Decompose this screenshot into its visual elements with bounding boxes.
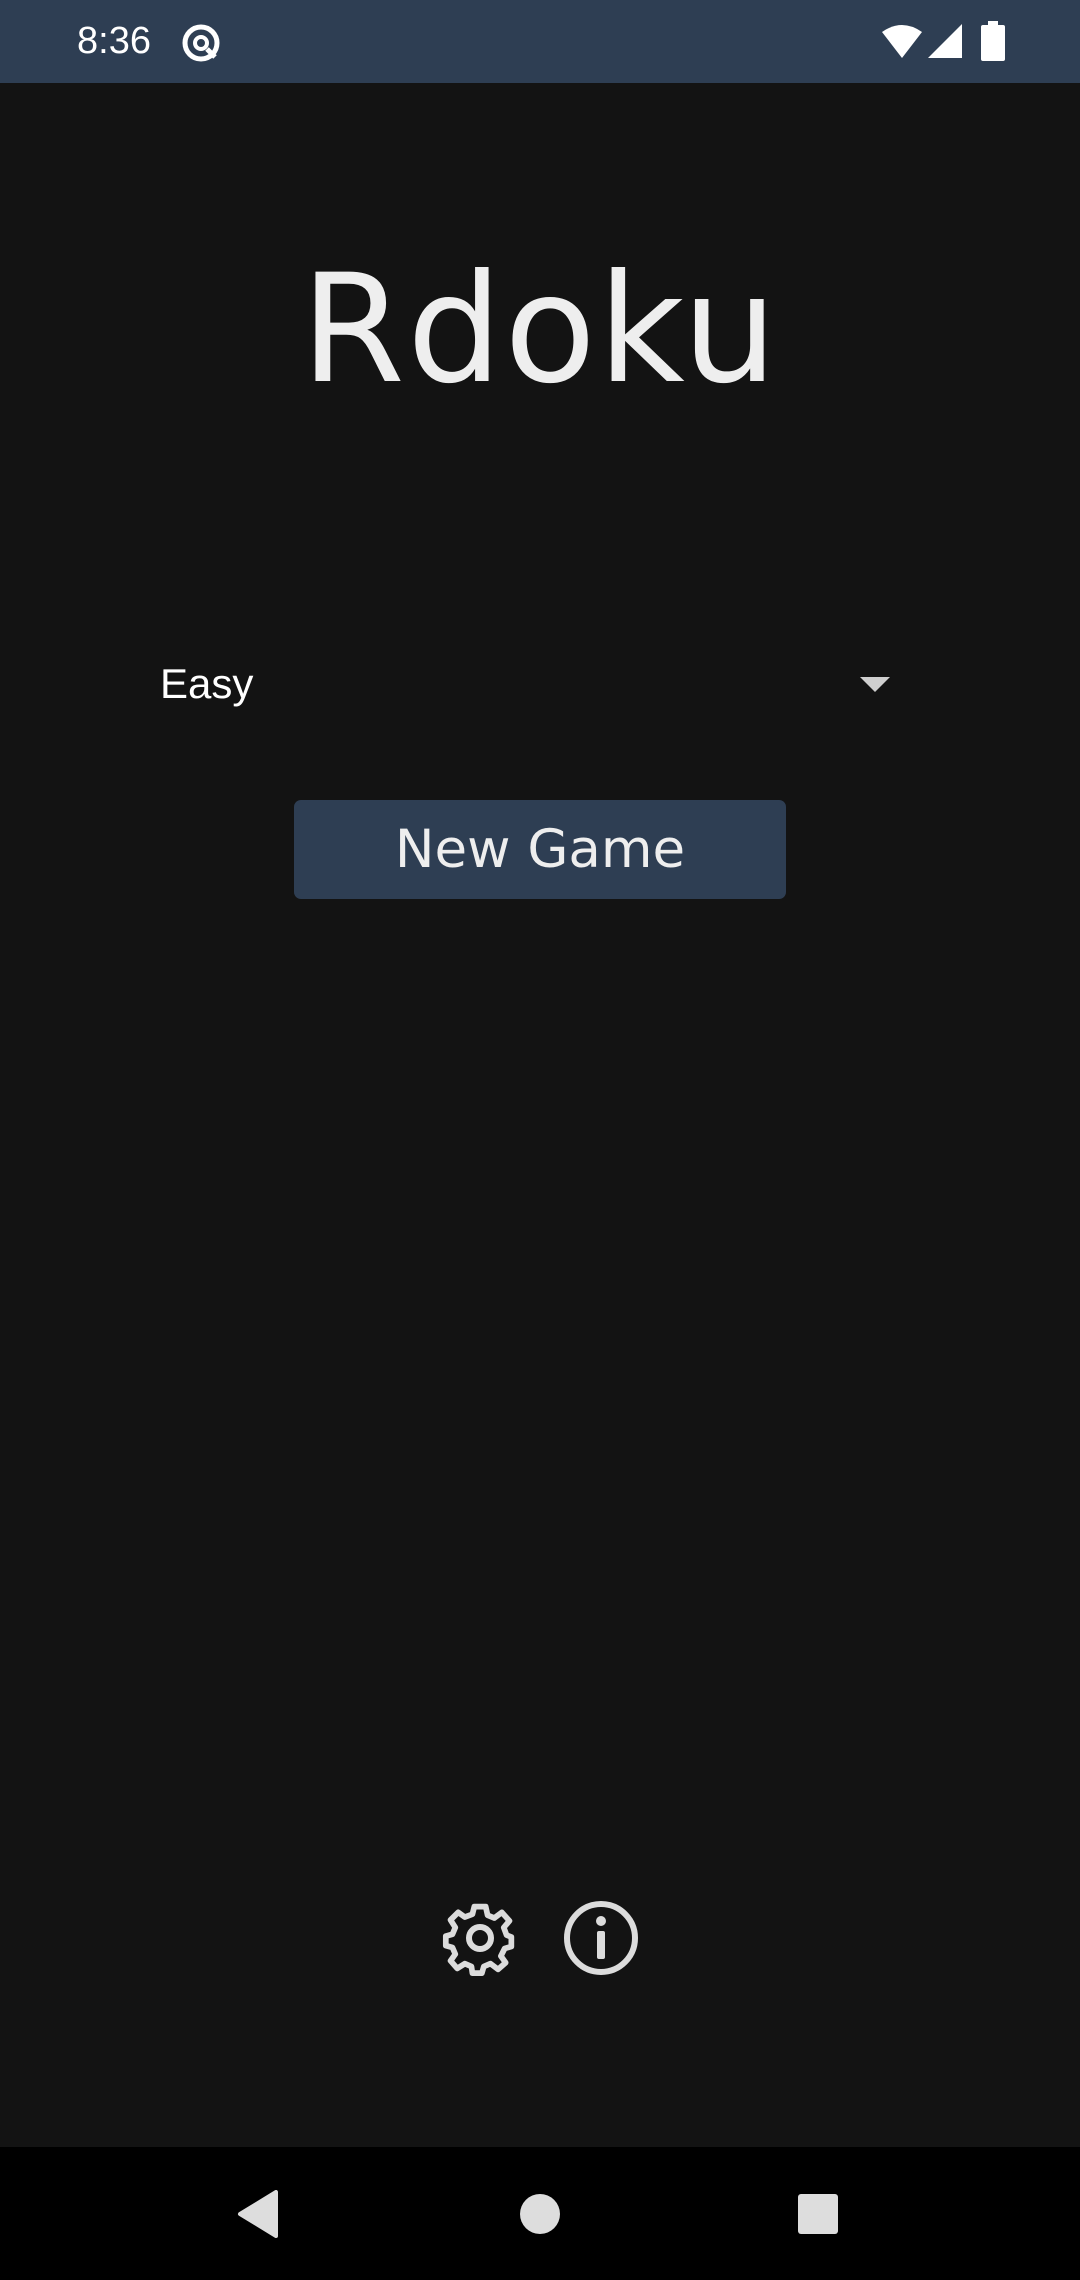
home-icon[interactable] bbox=[518, 2192, 562, 2236]
back-icon[interactable] bbox=[236, 2190, 280, 2238]
info-icon[interactable] bbox=[561, 1898, 641, 1978]
gear-icon[interactable] bbox=[440, 1898, 520, 1978]
new-game-button[interactable]: New Game bbox=[294, 800, 786, 899]
difficulty-dropdown[interactable]: Easy bbox=[160, 640, 900, 730]
status-time: 8:36 bbox=[77, 20, 151, 62]
recents-icon[interactable] bbox=[797, 2193, 839, 2235]
battery-icon bbox=[981, 21, 1005, 61]
at-sign-icon bbox=[182, 24, 220, 62]
chevron-down-icon bbox=[860, 677, 890, 692]
cellular-signal-icon bbox=[928, 24, 962, 58]
difficulty-selected-value: Easy bbox=[160, 660, 254, 707]
app-title: Rdoku bbox=[300, 243, 780, 417]
wifi-icon bbox=[882, 25, 922, 58]
status-bar: 8:36 bbox=[0, 0, 1080, 83]
